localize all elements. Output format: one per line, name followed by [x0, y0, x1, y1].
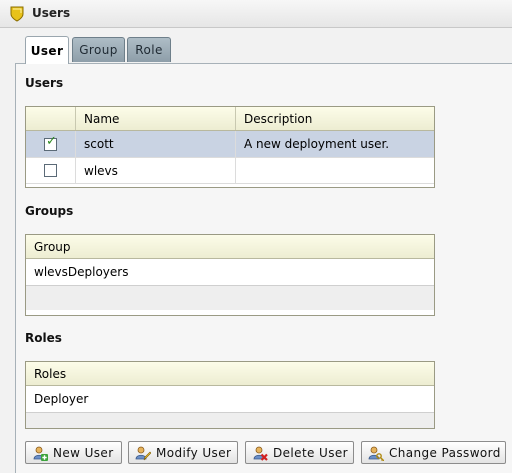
roles-table: Roles Deployer [25, 361, 435, 429]
change-password-button[interactable]: Change Password [361, 441, 506, 464]
new-user-label: New User [53, 445, 114, 460]
user-name-cell: scott [76, 131, 236, 157]
window-titlebar: Users [0, 0, 512, 28]
modify-user-button[interactable]: Modify User [128, 441, 238, 464]
groups-section-title: Groups [25, 204, 74, 218]
column-header-select [26, 107, 76, 130]
tab-user[interactable]: User [25, 36, 69, 64]
row-select-cell: ✓ [26, 131, 76, 157]
table-row[interactable]: wlevsDeployers [26, 259, 434, 286]
table-row-empty [26, 413, 434, 428]
new-user-button[interactable]: New User [25, 441, 122, 464]
delete-user-icon [253, 446, 268, 461]
key-icon [368, 446, 384, 461]
table-row[interactable]: ✓ scott A new deployment user. [26, 131, 434, 158]
row-select-cell [26, 158, 76, 183]
delete-user-label: Delete User [273, 445, 348, 460]
users-section-title: Users [25, 76, 64, 90]
column-header-group[interactable]: Group [26, 235, 434, 258]
add-user-icon [33, 446, 48, 461]
users-table: Name Description ✓ scott A new deploymen… [25, 106, 435, 188]
tab-group[interactable]: Group [72, 37, 125, 62]
window-title: Users [32, 6, 71, 20]
column-header-description[interactable]: Description [236, 107, 434, 130]
roles-section-title: Roles [25, 331, 62, 345]
table-row[interactable]: wlevs [26, 158, 434, 184]
role-name-cell: Deployer [34, 392, 89, 406]
column-header-name[interactable]: Name [76, 107, 236, 130]
row-checkbox[interactable]: ✓ [44, 133, 57, 151]
table-row-empty [26, 286, 434, 310]
edit-user-icon [135, 446, 151, 460]
groups-table-header: Group [26, 235, 434, 259]
table-row[interactable]: Deployer [26, 386, 434, 413]
column-header-roles[interactable]: Roles [26, 362, 434, 385]
user-description-cell: A new deployment user. [244, 137, 390, 151]
groups-table: Group wlevsDeployers [25, 234, 435, 316]
modify-user-label: Modify User [156, 445, 232, 460]
user-description-cell [236, 158, 434, 183]
checkmark-icon: ✓ [46, 133, 57, 149]
user-name-cell: wlevs [76, 158, 236, 183]
change-password-label: Change Password [389, 445, 501, 460]
delete-user-button[interactable]: Delete User [245, 441, 354, 464]
roles-table-header: Roles [26, 362, 434, 386]
row-checkbox[interactable] [44, 164, 57, 177]
shield-icon [10, 6, 24, 22]
users-table-header: Name Description [26, 107, 434, 131]
tab-role[interactable]: Role [127, 37, 171, 62]
group-name-cell: wlevsDeployers [34, 265, 129, 279]
